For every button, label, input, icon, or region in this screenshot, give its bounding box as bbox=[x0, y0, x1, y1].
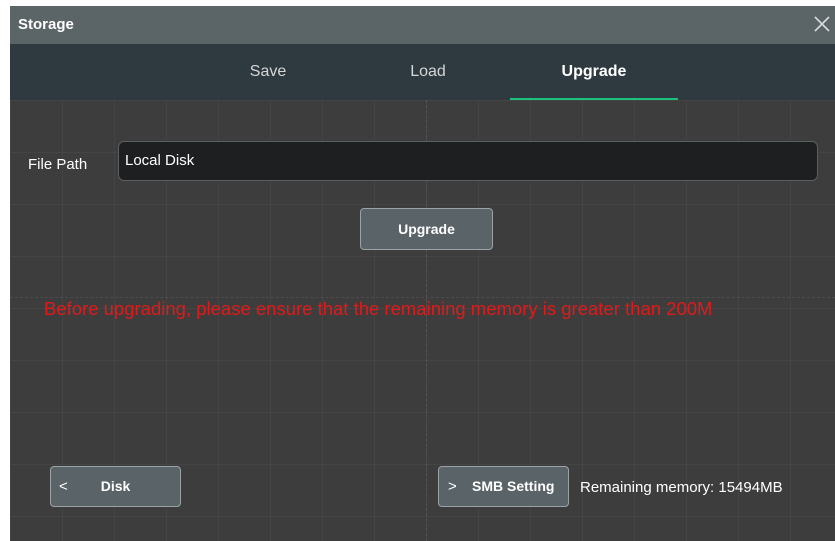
file-path-label: File Path bbox=[28, 156, 88, 173]
file-path-field[interactable]: Local Disk bbox=[118, 141, 818, 181]
title-bar: Storage bbox=[10, 6, 835, 44]
disk-button-label: Disk bbox=[100, 478, 131, 494]
storage-dialog: Storage Save Load Upgrade File Path Loca… bbox=[10, 6, 835, 541]
tab-upgrade[interactable]: Upgrade bbox=[544, 44, 644, 100]
remaining-memory-text: Remaining memory: 15494MB bbox=[580, 479, 783, 496]
tab-bar: Save Load Upgrade bbox=[10, 44, 835, 101]
tab-save[interactable]: Save bbox=[218, 44, 318, 100]
upgrade-button[interactable]: Upgrade bbox=[360, 208, 493, 250]
dialog-title: Storage bbox=[18, 16, 74, 33]
upgrade-panel: File Path Local Disk Upgrade Before upgr… bbox=[10, 100, 835, 541]
disk-button[interactable]: < Disk bbox=[50, 466, 181, 507]
close-icon[interactable] bbox=[809, 10, 835, 38]
smb-setting-button[interactable]: > SMB Setting bbox=[438, 466, 569, 507]
chevron-right-icon: > bbox=[448, 478, 457, 495]
tab-load[interactable]: Load bbox=[378, 44, 478, 100]
smb-setting-label: SMB Setting bbox=[472, 478, 555, 494]
memory-warning-text: Before upgrading, please ensure that the… bbox=[44, 298, 713, 319]
